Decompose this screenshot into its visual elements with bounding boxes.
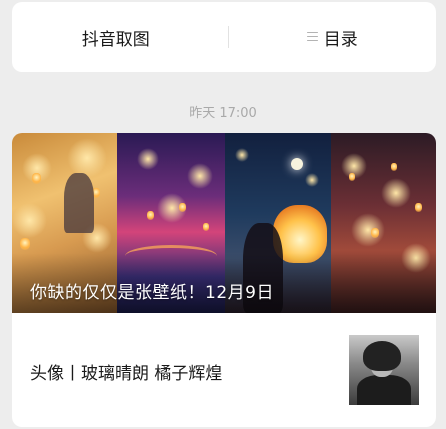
sub-article-item[interactable]: 头像丨玻璃晴朗 橘子辉煌 <box>12 313 436 427</box>
article-cover[interactable]: 你缺的仅仅是张壁纸！12月9日 <box>12 133 436 313</box>
top-menu-bar: 抖音取图 目录 <box>12 2 436 72</box>
menu-icon <box>306 31 318 42</box>
douyin-images-label: 抖音取图 <box>81 29 150 50</box>
article-cover-title: 你缺的仅仅是张壁纸！12月9日 <box>30 283 274 303</box>
catalog-label: 目录 <box>323 29 358 50</box>
sub-article-title: 头像丨玻璃晴朗 橘子辉煌 <box>30 364 223 384</box>
catalog-button[interactable]: 目录 <box>229 2 437 72</box>
douyin-images-button[interactable]: 抖音取图 <box>12 2 228 72</box>
article-card: 你缺的仅仅是张壁纸！12月9日 头像丨玻璃晴朗 橘子辉煌 <box>12 133 436 427</box>
message-timestamp: 昨天 17:00 <box>189 106 257 121</box>
sub-article-thumbnail <box>349 335 419 405</box>
